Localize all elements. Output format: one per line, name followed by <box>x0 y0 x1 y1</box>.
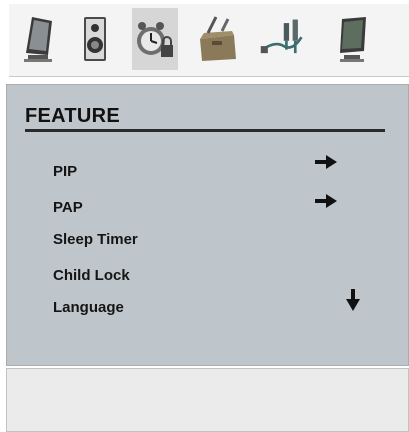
menu-item-language[interactable]: Language <box>53 299 124 316</box>
tab-display[interactable] <box>329 8 375 70</box>
category-tab-bar <box>9 4 409 77</box>
title-divider <box>25 129 385 132</box>
feature-menu-panel: FEATURE PIP PAP Sleep Timer Child Lock L… <box>6 84 409 366</box>
tab-picture[interactable] <box>15 8 61 70</box>
tab-setup[interactable] <box>195 8 241 70</box>
monitor-icon <box>24 17 52 62</box>
speaker-icon <box>84 17 106 61</box>
menu-title: FEATURE <box>25 105 121 127</box>
menu-item-pip[interactable]: PIP <box>53 163 77 180</box>
arrow-right-icon <box>315 155 337 169</box>
menu-item-pap[interactable]: PAP <box>53 199 83 216</box>
screen-settings-icon <box>340 17 366 62</box>
arrow-right-icon <box>315 194 337 208</box>
menu-item-child-lock[interactable]: Child Lock <box>53 267 130 284</box>
menu-item-sleep-timer[interactable]: Sleep Timer <box>53 231 138 248</box>
arrow-down-icon <box>346 289 360 311</box>
toolbox-icon <box>200 16 236 61</box>
cable-connector-icon <box>260 19 303 54</box>
help-footer <box>6 368 409 432</box>
tab-sound[interactable] <box>71 8 117 70</box>
tab-input[interactable] <box>259 8 305 70</box>
tab-feature[interactable] <box>132 8 178 70</box>
alarm-clock-lock-icon <box>137 22 173 57</box>
